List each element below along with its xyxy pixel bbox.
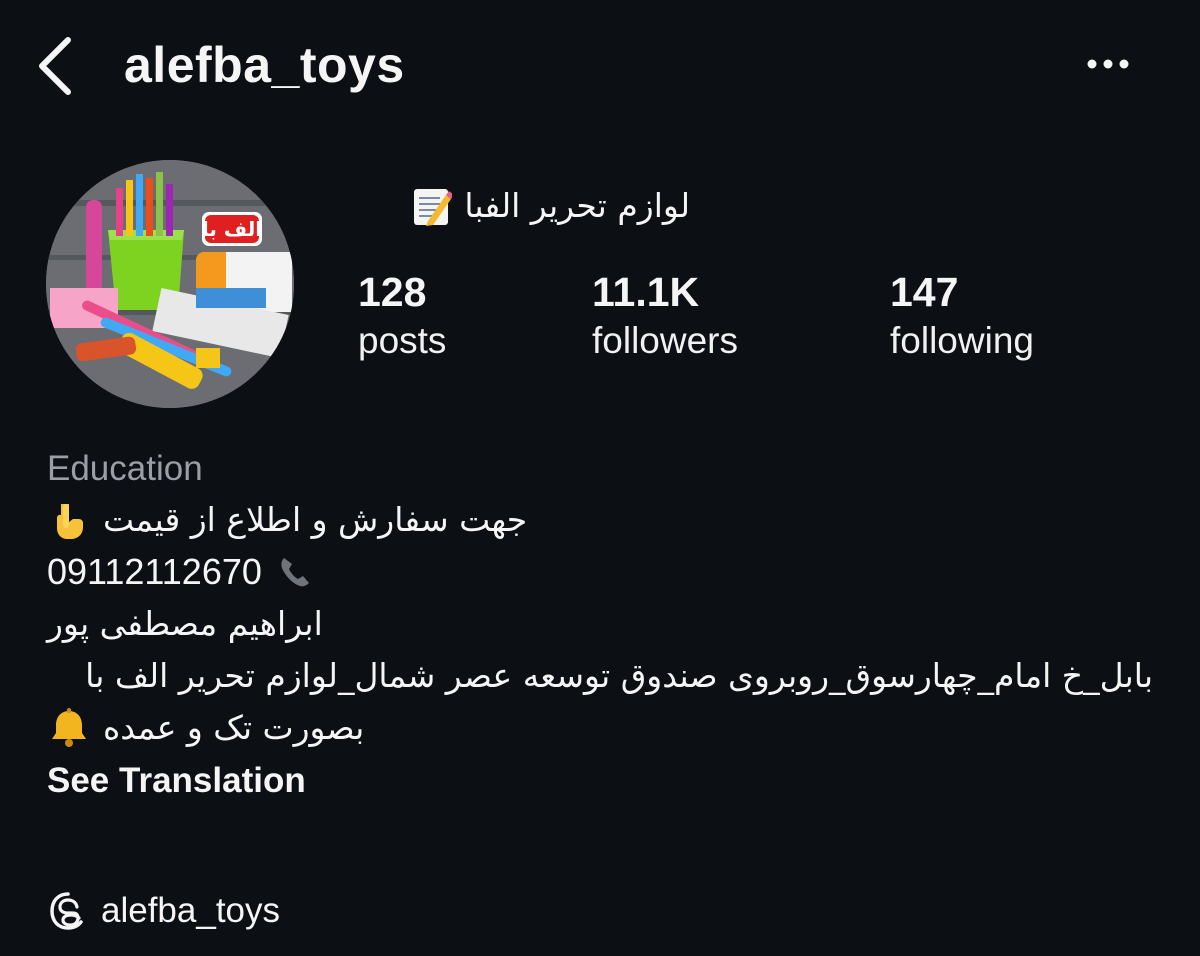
threads-handle: alefba_toys — [101, 891, 281, 930]
posts-value: 128 — [358, 269, 427, 315]
more-horizontal-icon — [1087, 59, 1129, 69]
see-translation-link[interactable]: See Translation — [47, 754, 306, 808]
posts-count[interactable]: 128 posts — [358, 266, 446, 364]
page-title: alefba_toys — [124, 37, 405, 93]
bio-line-address: بابل_خ امام_چهارسوق_روبروی صندوق توسعه ع… — [85, 656, 1153, 695]
avatar[interactable]: الف با — [46, 160, 294, 408]
threads-profile-link[interactable]: alefba_toys — [47, 884, 280, 938]
following-value: 147 — [890, 269, 959, 315]
chevron-left-icon — [39, 37, 71, 95]
display-name: لوازم تحریر الفبا — [356, 180, 690, 232]
bell-icon — [52, 708, 86, 747]
memo-icon — [414, 189, 453, 226]
point-down-icon — [56, 504, 83, 539]
bio-line-order: جهت سفارش و اطلاع از قیمت — [47, 494, 1167, 546]
more-options-button[interactable] — [1080, 44, 1140, 84]
followers-count[interactable]: 11.1K followers — [592, 266, 738, 364]
avatar-badge-text: الف با — [202, 217, 262, 241]
followers-label: followers — [592, 320, 738, 361]
threads-icon — [50, 892, 83, 930]
following-label: following — [890, 320, 1034, 361]
back-button[interactable] — [30, 30, 90, 100]
bio-line-owner: ابراهیم مصطفی پور — [47, 604, 323, 643]
bio-line-sales: بصورت تک و عمده — [47, 702, 1167, 754]
category-label: Education — [47, 449, 203, 488]
posts-label: posts — [358, 320, 447, 361]
phone-number[interactable]: 09112112670 — [47, 546, 262, 598]
profile-header: alefba_toys — [0, 0, 1200, 130]
following-count[interactable]: 147 following — [890, 266, 1034, 364]
bio: Education جهت سفارش و اطلاع از قیمت 0911… — [47, 444, 1167, 808]
telephone-receiver-icon — [281, 558, 309, 587]
bio-line-phone: 09112112670 — [47, 546, 1167, 598]
followers-value: 11.1K — [592, 269, 700, 315]
